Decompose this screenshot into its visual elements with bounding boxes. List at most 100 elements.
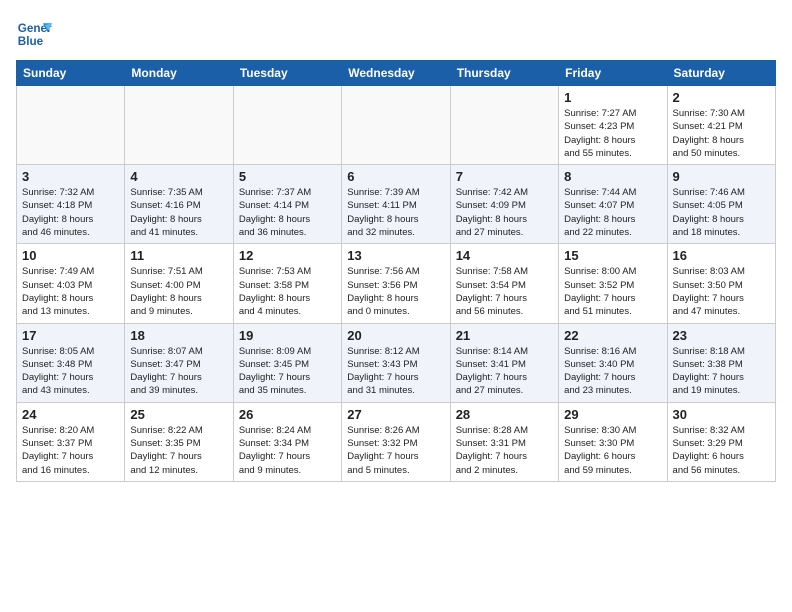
day-number: 25: [130, 407, 227, 422]
day-number: 13: [347, 248, 444, 263]
calendar-cell: 8 Sunrise: 7:44 AMSunset: 4:07 PMDaylight…: [559, 165, 667, 244]
calendar-cell: [450, 86, 558, 165]
calendar-cell: 14 Sunrise: 7:58 AMSunset: 3:54 PMDayligh…: [450, 244, 558, 323]
day-info: Sunrise: 7:51 AMSunset: 4:00 PMDaylight:…: [130, 265, 227, 318]
calendar-cell: 19 Sunrise: 8:09 AMSunset: 3:45 PMDayligh…: [233, 323, 341, 402]
day-info: Sunrise: 7:46 AMSunset: 4:05 PMDaylight:…: [673, 186, 770, 239]
day-info: Sunrise: 8:32 AMSunset: 3:29 PMDaylight:…: [673, 424, 770, 477]
day-number: 24: [22, 407, 119, 422]
day-number: 2: [673, 90, 770, 105]
calendar-row-3: 10Sunrise: 7:49 AMSunset: 4:03 PMDayligh…: [17, 244, 776, 323]
day-info: Sunrise: 7:35 AMSunset: 4:16 PMDaylight:…: [130, 186, 227, 239]
day-info: Sunrise: 7:42 AMSunset: 4:09 PMDaylight:…: [456, 186, 553, 239]
day-number: 27: [347, 407, 444, 422]
day-number: 12: [239, 248, 336, 263]
day-number: 26: [239, 407, 336, 422]
page-header: General Blue: [16, 16, 776, 52]
day-number: 7: [456, 169, 553, 184]
calendar-table: SundayMondayTuesdayWednesdayThursdayFrid…: [16, 60, 776, 482]
day-number: 1: [564, 90, 661, 105]
day-number: 28: [456, 407, 553, 422]
weekday-header-friday: Friday: [559, 61, 667, 86]
day-info: Sunrise: 8:22 AMSunset: 3:35 PMDaylight:…: [130, 424, 227, 477]
day-info: Sunrise: 8:09 AMSunset: 3:45 PMDaylight:…: [239, 345, 336, 398]
day-info: Sunrise: 8:12 AMSunset: 3:43 PMDaylight:…: [347, 345, 444, 398]
day-number: 23: [673, 328, 770, 343]
calendar-cell: 16 Sunrise: 8:03 AMSunset: 3:50 PMDayligh…: [667, 244, 775, 323]
day-number: 22: [564, 328, 661, 343]
weekday-header-thursday: Thursday: [450, 61, 558, 86]
calendar-cell: 26 Sunrise: 8:24 AMSunset: 3:34 PMDayligh…: [233, 402, 341, 481]
calendar-cell: [233, 86, 341, 165]
calendar-cell: 24Sunrise: 8:20 AMSunset: 3:37 PMDayligh…: [17, 402, 125, 481]
day-number: 18: [130, 328, 227, 343]
weekday-header-row: SundayMondayTuesdayWednesdayThursdayFrid…: [17, 61, 776, 86]
day-number: 19: [239, 328, 336, 343]
calendar-cell: 20Sunrise: 8:12 AMSunset: 3:43 PMDayligh…: [342, 323, 450, 402]
day-number: 5: [239, 169, 336, 184]
day-info: Sunrise: 8:16 AMSunset: 3:40 PMDaylight:…: [564, 345, 661, 398]
calendar-cell: 30 Sunrise: 8:32 AMSunset: 3:29 PMDayligh…: [667, 402, 775, 481]
day-info: Sunrise: 7:30 AMSunset: 4:21 PMDaylight:…: [673, 107, 770, 160]
day-info: Sunrise: 7:53 AMSunset: 3:58 PMDaylight:…: [239, 265, 336, 318]
calendar-cell: 13 Sunrise: 7:56 AMSunset: 3:56 PMDayligh…: [342, 244, 450, 323]
day-number: 6: [347, 169, 444, 184]
calendar-cell: [125, 86, 233, 165]
day-number: 15: [564, 248, 661, 263]
calendar-row-2: 3 Sunrise: 7:32 AMSunset: 4:18 PMDaylight…: [17, 165, 776, 244]
day-info: Sunrise: 8:26 AMSunset: 3:32 PMDaylight:…: [347, 424, 444, 477]
day-info: Sunrise: 7:39 AMSunset: 4:11 PMDaylight:…: [347, 186, 444, 239]
day-info: Sunrise: 7:27 AMSunset: 4:23 PMDaylight:…: [564, 107, 661, 160]
day-number: 29: [564, 407, 661, 422]
weekday-header-wednesday: Wednesday: [342, 61, 450, 86]
logo-icon: General Blue: [16, 16, 52, 52]
day-number: 3: [22, 169, 119, 184]
day-number: 30: [673, 407, 770, 422]
day-number: 17: [22, 328, 119, 343]
weekday-header-saturday: Saturday: [667, 61, 775, 86]
calendar-row-1: 1 Sunrise: 7:27 AMSunset: 4:23 PMDaylight…: [17, 86, 776, 165]
day-info: Sunrise: 8:05 AMSunset: 3:48 PMDaylight:…: [22, 345, 119, 398]
calendar-cell: 5 Sunrise: 7:37 AMSunset: 4:14 PMDaylight…: [233, 165, 341, 244]
day-info: Sunrise: 7:37 AMSunset: 4:14 PMDaylight:…: [239, 186, 336, 239]
day-number: 11: [130, 248, 227, 263]
day-info: Sunrise: 7:32 AMSunset: 4:18 PMDaylight:…: [22, 186, 119, 239]
day-number: 4: [130, 169, 227, 184]
calendar-cell: 9 Sunrise: 7:46 AMSunset: 4:05 PMDaylight…: [667, 165, 775, 244]
day-info: Sunrise: 8:18 AMSunset: 3:38 PMDaylight:…: [673, 345, 770, 398]
day-info: Sunrise: 7:56 AMSunset: 3:56 PMDaylight:…: [347, 265, 444, 318]
calendar-cell: 29 Sunrise: 8:30 AMSunset: 3:30 PMDayligh…: [559, 402, 667, 481]
day-info: Sunrise: 8:24 AMSunset: 3:34 PMDaylight:…: [239, 424, 336, 477]
day-number: 10: [22, 248, 119, 263]
calendar-cell: [17, 86, 125, 165]
calendar-cell: 2 Sunrise: 7:30 AMSunset: 4:21 PMDaylight…: [667, 86, 775, 165]
day-info: Sunrise: 7:58 AMSunset: 3:54 PMDaylight:…: [456, 265, 553, 318]
calendar-cell: 27 Sunrise: 8:26 AMSunset: 3:32 PMDayligh…: [342, 402, 450, 481]
day-info: Sunrise: 8:14 AMSunset: 3:41 PMDaylight:…: [456, 345, 553, 398]
calendar-cell: 4 Sunrise: 7:35 AMSunset: 4:16 PMDaylight…: [125, 165, 233, 244]
calendar-cell: 11 Sunrise: 7:51 AMSunset: 4:00 PMDayligh…: [125, 244, 233, 323]
calendar-cell: 18 Sunrise: 8:07 AMSunset: 3:47 PMDayligh…: [125, 323, 233, 402]
calendar-row-5: 24Sunrise: 8:20 AMSunset: 3:37 PMDayligh…: [17, 402, 776, 481]
day-number: 8: [564, 169, 661, 184]
calendar-cell: 15 Sunrise: 8:00 AMSunset: 3:52 PMDayligh…: [559, 244, 667, 323]
day-number: 9: [673, 169, 770, 184]
calendar-cell: 17 Sunrise: 8:05 AMSunset: 3:48 PMDayligh…: [17, 323, 125, 402]
day-number: 16: [673, 248, 770, 263]
day-info: Sunrise: 8:03 AMSunset: 3:50 PMDaylight:…: [673, 265, 770, 318]
calendar-cell: 25 Sunrise: 8:22 AMSunset: 3:35 PMDayligh…: [125, 402, 233, 481]
logo: General Blue: [16, 16, 56, 52]
day-info: Sunrise: 8:28 AMSunset: 3:31 PMDaylight:…: [456, 424, 553, 477]
calendar-cell: 1 Sunrise: 7:27 AMSunset: 4:23 PMDaylight…: [559, 86, 667, 165]
calendar-cell: 22 Sunrise: 8:16 AMSunset: 3:40 PMDayligh…: [559, 323, 667, 402]
weekday-header-sunday: Sunday: [17, 61, 125, 86]
day-info: Sunrise: 8:00 AMSunset: 3:52 PMDaylight:…: [564, 265, 661, 318]
calendar-cell: 7 Sunrise: 7:42 AMSunset: 4:09 PMDaylight…: [450, 165, 558, 244]
day-info: Sunrise: 8:07 AMSunset: 3:47 PMDaylight:…: [130, 345, 227, 398]
calendar-cell: 6 Sunrise: 7:39 AMSunset: 4:11 PMDaylight…: [342, 165, 450, 244]
day-info: Sunrise: 8:30 AMSunset: 3:30 PMDaylight:…: [564, 424, 661, 477]
day-number: 14: [456, 248, 553, 263]
day-info: Sunrise: 7:44 AMSunset: 4:07 PMDaylight:…: [564, 186, 661, 239]
svg-text:Blue: Blue: [18, 35, 44, 48]
calendar-row-4: 17 Sunrise: 8:05 AMSunset: 3:48 PMDayligh…: [17, 323, 776, 402]
